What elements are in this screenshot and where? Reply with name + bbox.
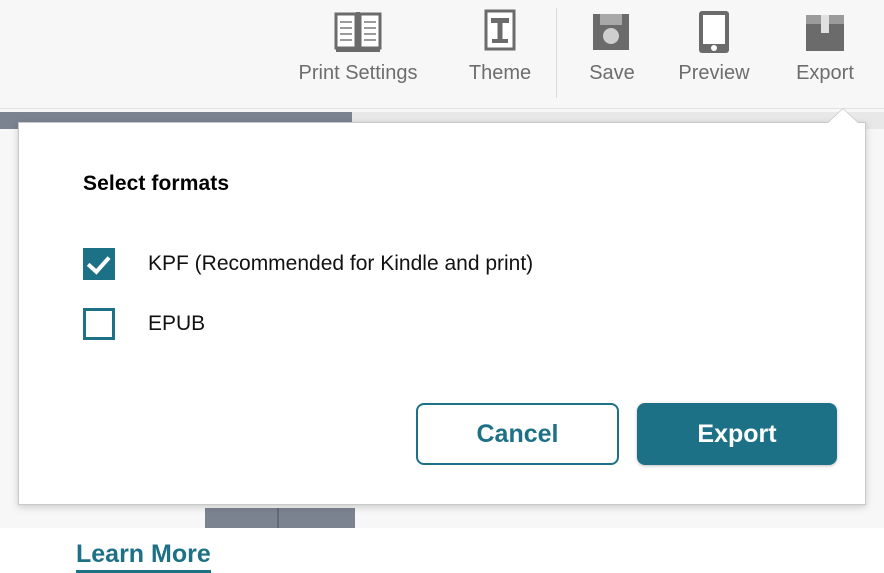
export-button[interactable]: Export	[637, 403, 837, 465]
check-icon	[86, 249, 111, 275]
learn-more-link[interactable]: Learn More	[76, 540, 211, 573]
toolbar-button-print-settings[interactable]: Print Settings	[298, 6, 418, 86]
checkbox-kpf[interactable]	[83, 248, 115, 280]
toolbar-label-preview: Preview	[678, 62, 750, 84]
application-window: Print Settings Theme Save Preview Export…	[0, 0, 884, 573]
format-option-kpf[interactable]: KPF (Recommended for Kindle and print)	[83, 248, 533, 280]
format-label-epub: EPUB	[148, 312, 206, 335]
background-toolbar-segment	[205, 508, 355, 528]
main-toolbar: Print Settings Theme Save Preview Export	[0, 0, 884, 109]
export-format-dialog: Select formats KPF (Recommended for Kind…	[18, 109, 866, 573]
dialog-title: Select formats	[83, 172, 230, 195]
open-book-icon	[298, 6, 418, 60]
toolbar-button-preview[interactable]: Preview	[654, 6, 774, 86]
dialog-pointer-caret	[828, 109, 858, 123]
toolbar-label-export: Export	[796, 62, 854, 84]
toolbar-button-theme[interactable]: Theme	[440, 6, 560, 86]
text-theme-icon	[440, 6, 560, 60]
checkbox-epub[interactable]	[83, 308, 115, 340]
cancel-button[interactable]: Cancel	[416, 403, 619, 465]
toolbar-button-export[interactable]: Export	[765, 6, 884, 86]
format-option-epub[interactable]: EPUB	[83, 308, 205, 340]
toolbar-label-theme: Theme	[468, 62, 532, 84]
package-box-icon	[765, 6, 884, 60]
format-label-kpf: KPF (Recommended for Kindle and print)	[148, 252, 534, 275]
toolbar-label-print-settings: Print Settings	[298, 62, 418, 84]
background-toolbar-seam	[277, 508, 279, 528]
tablet-device-icon	[654, 6, 774, 60]
